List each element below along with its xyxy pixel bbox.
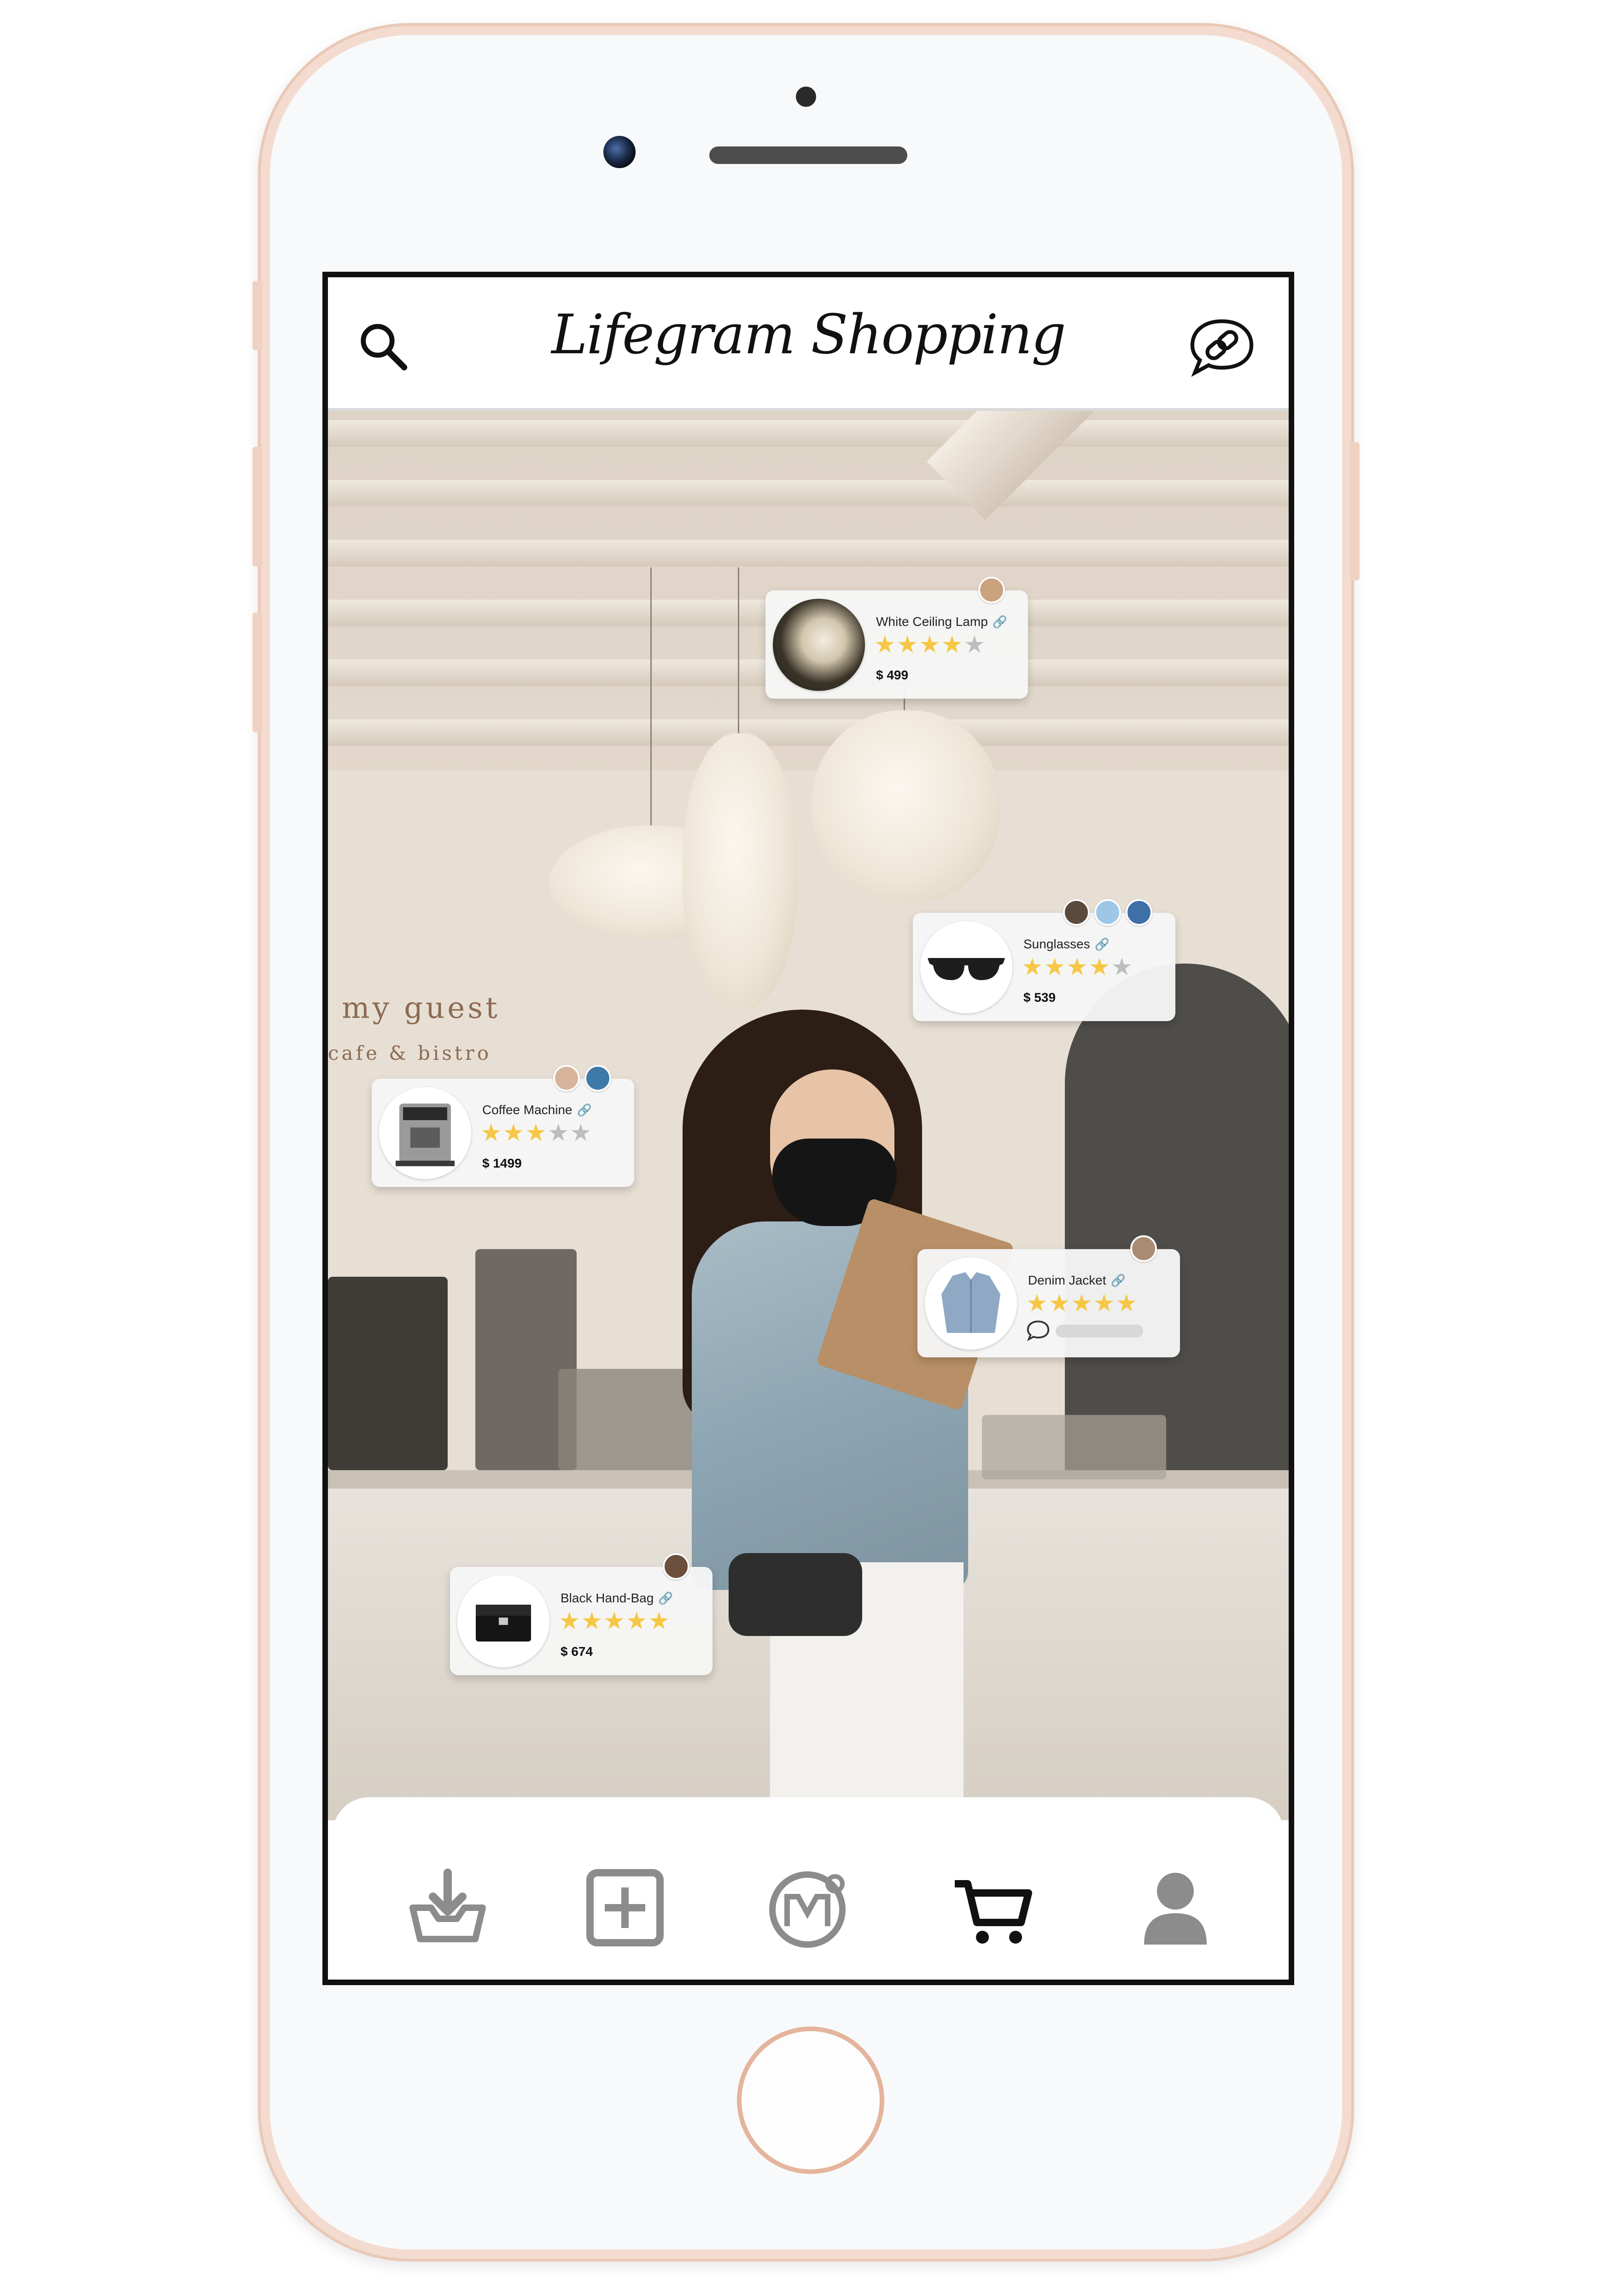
link-icon[interactable]: 🔗 — [1095, 937, 1110, 952]
espresso-machine — [328, 1277, 448, 1470]
stars-filled: ★★★★ — [1022, 954, 1111, 981]
product-thumbnail — [379, 1087, 471, 1179]
link-icon[interactable]: 🔗 — [1111, 1274, 1126, 1288]
pendant-lamp — [812, 710, 1000, 904]
product-name-text: Coffee Machine — [482, 1103, 572, 1117]
product-name-text: Denim Jacket — [1028, 1273, 1106, 1287]
lamp-cord — [738, 567, 739, 742]
feed-photo[interactable]: my guest cafe & bistro White Ceiling Lam… — [328, 411, 1289, 1820]
cart-icon[interactable] — [947, 1862, 1040, 1954]
product-thumbnail — [920, 921, 1012, 1013]
mute-switch — [252, 281, 263, 350]
volume-down-button — [252, 613, 263, 732]
wall-sign-sub: cafe & bistro — [328, 1042, 492, 1064]
pendant-lamp — [683, 733, 798, 1010]
stars-filled: ★★★★★ — [559, 1608, 671, 1635]
chat-link-icon[interactable] — [1187, 314, 1256, 379]
product-tag-ceiling-lamp[interactable]: White Ceiling Lamp 🔗 ★★★★★ $ 499 — [765, 577, 1028, 699]
power-button — [1349, 442, 1360, 580]
product-name: Coffee Machine 🔗 — [482, 1103, 592, 1117]
tag-avatars — [1130, 1235, 1157, 1262]
link-icon[interactable]: 🔗 — [658, 1591, 673, 1606]
avatar[interactable] — [978, 577, 1005, 603]
stars-empty: ★ — [1111, 954, 1134, 981]
coffee-machine-image — [396, 1104, 455, 1166]
stars-empty: ★★ — [547, 1120, 593, 1146]
product-thumbnail — [457, 1575, 549, 1667]
front-camera — [603, 136, 636, 168]
app-screen: Lifegram Shopping my guest cafe & bistro — [322, 272, 1294, 1985]
app-header: Lifegram Shopping — [328, 277, 1289, 411]
ceiling-beam — [328, 480, 1289, 507]
avatar[interactable] — [663, 1553, 689, 1580]
denim-jacket-image — [941, 1272, 1000, 1333]
tag-avatars — [553, 1065, 611, 1092]
link-icon[interactable]: 🔗 — [577, 1103, 592, 1117]
avatar[interactable] — [1094, 899, 1121, 926]
product-name-text: Black Hand-Bag — [561, 1591, 654, 1605]
product-price: $ 674 — [561, 1644, 593, 1659]
product-tag-coffee-machine[interactable]: Coffee Machine 🔗 ★★★★★ $ 1499 — [372, 1065, 634, 1187]
avatar[interactable] — [584, 1065, 611, 1092]
product-price: $ 539 — [1023, 990, 1056, 1005]
rating-stars: ★★★★★ — [874, 632, 986, 658]
tag-avatars — [978, 577, 1005, 603]
stars-empty: ★ — [964, 631, 987, 658]
link-icon[interactable]: 🔗 — [993, 615, 1007, 629]
product-price: $ 499 — [876, 668, 909, 682]
product-name-text: Sunglasses — [1023, 937, 1090, 951]
avatar[interactable] — [1130, 1235, 1157, 1262]
volume-up-button — [252, 447, 263, 567]
rating-stars: ★★★★★ — [1022, 954, 1133, 980]
ceiling-beam — [328, 420, 1289, 447]
rating-stars: ★★★★★ — [1026, 1291, 1138, 1316]
avatar[interactable] — [553, 1065, 580, 1092]
bottom-nav — [333, 1797, 1284, 1980]
sunglasses-image — [928, 958, 1005, 980]
stars-filled: ★★★ — [480, 1120, 548, 1146]
product-name: Denim Jacket 🔗 — [1028, 1273, 1126, 1288]
handbag-image — [476, 1605, 531, 1642]
glass-bottles — [982, 1415, 1166, 1479]
product-thumbnail — [773, 599, 865, 691]
proximity-sensor — [796, 87, 816, 107]
stars-filled: ★★★★★ — [1026, 1290, 1139, 1317]
avatar[interactable] — [1063, 899, 1090, 926]
brand-m-icon[interactable] — [763, 1862, 855, 1954]
product-name: Black Hand-Bag 🔗 — [561, 1591, 673, 1606]
ceiling-beam — [328, 719, 1289, 746]
product-name: Sunglasses 🔗 — [1023, 937, 1110, 952]
product-tag-denim-jacket[interactable]: Denim Jacket 🔗 ★★★★★ — [917, 1235, 1180, 1357]
add-square-icon[interactable] — [579, 1862, 671, 1954]
chat-link-icon[interactable] — [1026, 1319, 1050, 1341]
product-name-text: White Ceiling Lamp — [876, 614, 988, 629]
tag-avatars — [1063, 899, 1152, 926]
ceiling-beam — [328, 540, 1289, 567]
product-price: $ 1499 — [482, 1156, 522, 1170]
stars-filled: ★★★★ — [874, 631, 964, 658]
earpiece-speaker — [709, 146, 907, 164]
product-name: White Ceiling Lamp 🔗 — [876, 614, 1007, 629]
rating-stars: ★★★★★ — [480, 1120, 592, 1146]
crossbody-bag — [729, 1553, 862, 1636]
wall-sign-main: my guest — [342, 991, 500, 1025]
avatar[interactable] — [1126, 899, 1152, 926]
home-button[interactable] — [737, 2027, 884, 2174]
product-thumbnail — [925, 1257, 1017, 1350]
product-tag-sunglasses[interactable]: Sunglasses 🔗 ★★★★★ $ 539 — [913, 899, 1175, 1021]
download-tray-icon[interactable] — [402, 1862, 494, 1954]
app-title: Lifegram Shopping — [551, 303, 1066, 366]
rating-stars: ★★★★★ — [559, 1608, 671, 1634]
product-tag-black-handbag[interactable]: Black Hand-Bag 🔗 ★★★★★ $ 674 — [450, 1553, 713, 1675]
tag-avatars — [663, 1553, 689, 1580]
loading-placeholder-bar — [1056, 1325, 1143, 1338]
profile-icon[interactable] — [1129, 1862, 1221, 1954]
